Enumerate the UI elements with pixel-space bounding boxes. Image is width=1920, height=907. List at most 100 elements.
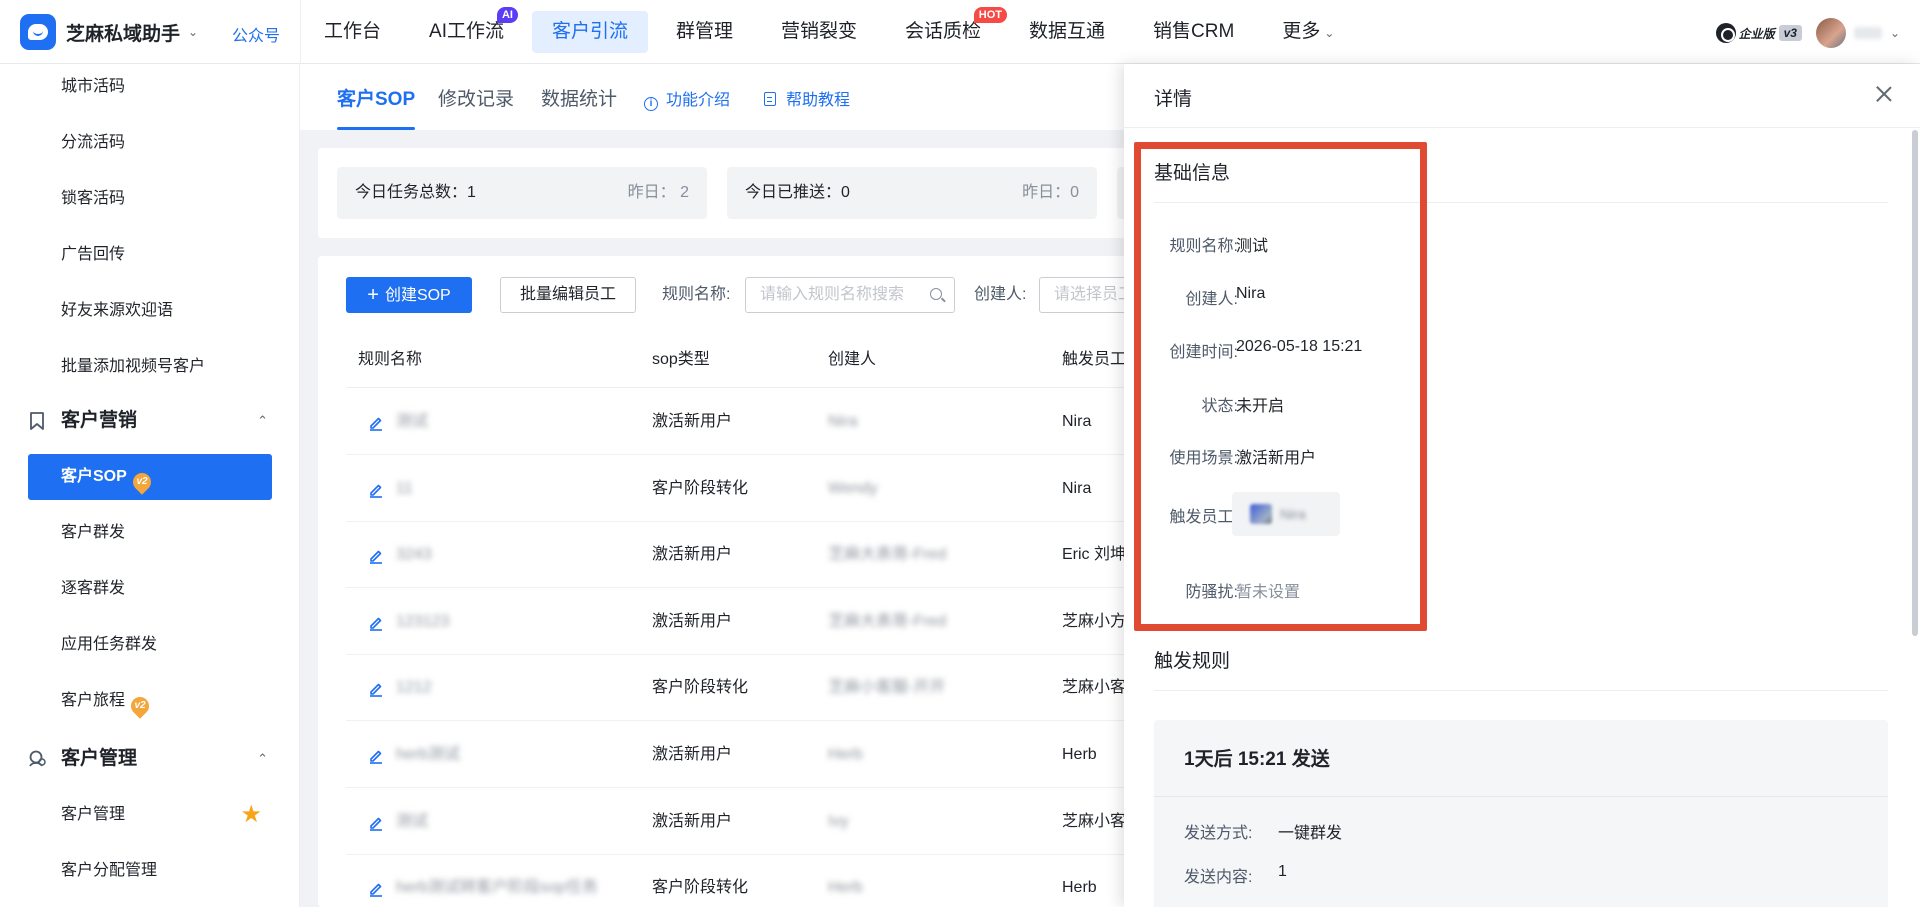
document-icon xyxy=(764,92,776,106)
nav-ai-workflow[interactable]: AI工作流 AI xyxy=(409,7,524,53)
sidebar-item-customer-broadcast[interactable]: 客户群发 xyxy=(28,510,272,556)
tab-label: 修改记录 xyxy=(438,89,515,110)
column-header[interactable]: 规则名称 xyxy=(358,332,422,388)
help-tutorial-link[interactable]: 帮助教程 xyxy=(764,86,850,110)
send-content-value: 1 xyxy=(1278,863,1287,880)
star-icon[interactable]: ★ xyxy=(240,803,262,827)
divider xyxy=(1154,690,1888,691)
sidebar-item-batch-add-video[interactable]: 批量添加视频号客户 xyxy=(28,344,272,390)
column-header[interactable]: sop类型 xyxy=(652,332,710,388)
rule-name-cell: 测试 xyxy=(396,413,429,430)
avatar[interactable] xyxy=(1815,18,1846,48)
sidebar-item-one-by-one[interactable]: 逐客群发 xyxy=(28,566,272,612)
sidebar-item-label: 城市活码 xyxy=(61,78,126,95)
sidebar-item-customer-journey[interactable]: 客户旅程 v2 xyxy=(28,678,272,724)
rule-name-search-input[interactable]: 请输入规则名称搜索 xyxy=(745,277,955,313)
chevron-down-icon[interactable]: ⌄ xyxy=(1890,26,1900,40)
divider xyxy=(1154,796,1888,797)
chevron-down-icon[interactable]: ⌄ xyxy=(188,25,198,39)
creator-cell: Ivy xyxy=(828,812,849,830)
creator-cell: 芝麻大表哥-Fred xyxy=(828,612,947,630)
edit-icon[interactable] xyxy=(368,482,384,498)
sidebar-group-customer[interactable]: 客户管理 ⌃ xyxy=(28,736,272,782)
nav-sales-crm[interactable]: 销售CRM xyxy=(1133,11,1254,53)
brand-name: 芝麻私域助手 xyxy=(66,23,181,45)
tab-customer-sop[interactable]: 客户SOP xyxy=(337,84,416,130)
tab-statistics[interactable]: 数据统计 xyxy=(541,84,617,130)
sidebar-item-label: 客户管理 xyxy=(61,806,126,823)
nav-customer-acquisition[interactable]: 客户引流 xyxy=(531,11,648,53)
employee-cell: Herb xyxy=(1062,879,1097,897)
sop-type-cell: 激活新用户 xyxy=(652,546,733,564)
batch-edit-label: 批量编辑员工 xyxy=(519,286,616,303)
stat-today-pushed: 今日已推送：0 昨日：0 xyxy=(727,167,1097,219)
scrollbar[interactable] xyxy=(1912,130,1918,636)
stat-yesterday: 昨日：0 xyxy=(1022,184,1079,201)
official-account-link[interactable]: 公众号 xyxy=(232,22,280,46)
customer-icon xyxy=(29,750,46,767)
detail-drawer: 详情 基础信息 规则名称: 测试 创建人: Nira 创建时间: 2026-05… xyxy=(1124,64,1920,907)
sidebar: 城市活码 分流活码 锁客活码 广告回传 好友来源欢迎语 批量添加视频号客户 客户… xyxy=(0,64,300,907)
creator-filter-label: 创建人: xyxy=(974,286,1027,303)
chevron-up-icon: ⌃ xyxy=(257,751,268,766)
sidebar-group-marketing[interactable]: 客户营销 ⌃ xyxy=(28,398,272,444)
rule-name-cell: 123123 xyxy=(396,612,450,630)
edit-icon[interactable] xyxy=(368,615,384,631)
create-sop-button[interactable]: + 创建SOP xyxy=(346,277,472,313)
brand[interactable]: 芝麻私域助手 ⌄ xyxy=(20,14,198,50)
v2-badge-icon: v2 xyxy=(129,469,155,495)
edit-icon[interactable] xyxy=(368,881,384,897)
sidebar-item-customer-management[interactable]: 客户管理 ★ xyxy=(28,792,272,838)
sidebar-item-city-code[interactable]: 城市活码 xyxy=(28,64,272,110)
edit-icon[interactable] xyxy=(368,748,384,764)
employee-cell: 芝麻小客 xyxy=(1062,812,1127,830)
sidebar-item-app-task[interactable]: 应用任务群发 xyxy=(28,622,272,668)
column-header[interactable]: 触发员工 xyxy=(1062,332,1126,388)
employee-cell: Nira xyxy=(1062,413,1092,430)
sidebar-item-ad-callback[interactable]: 广告回传 xyxy=(28,232,272,278)
sop-type-cell: 客户阶段转化 xyxy=(652,479,749,497)
batch-edit-employees-button[interactable]: 批量编辑员工 xyxy=(500,277,636,313)
v2-badge-icon: v2 xyxy=(127,693,153,719)
nav-label: 更多 xyxy=(1282,21,1321,42)
account-area: 企业版 v3 ⌄ xyxy=(1715,18,1900,48)
user-name-blurred xyxy=(1853,27,1882,39)
nav-label: 数据互通 xyxy=(1029,21,1106,42)
feature-intro-link[interactable]: i 功能介绍 xyxy=(644,86,730,111)
sop-type-cell: 激活新用户 xyxy=(652,812,733,830)
nav-session-qc[interactable]: 会话质检 HOT xyxy=(885,7,1008,53)
edit-icon[interactable] xyxy=(368,548,384,564)
edition-badge[interactable]: 企业版 v3 xyxy=(1715,23,1802,43)
rule-name-cell: 1212 xyxy=(396,679,432,697)
sidebar-item-label: 逐客群发 xyxy=(61,580,126,597)
edit-icon[interactable] xyxy=(368,681,384,698)
rule-name-filter-label: 规则名称: xyxy=(662,286,731,303)
sidebar-item-friend-welcome[interactable]: 好友来源欢迎语 xyxy=(28,288,272,334)
tab-change-log[interactable]: 修改记录 xyxy=(438,84,514,130)
sidebar-item-lock-code[interactable]: 锁客活码 xyxy=(28,176,272,222)
nav-label: 销售CRM xyxy=(1153,21,1235,42)
edit-icon[interactable] xyxy=(368,815,384,831)
employee-cell: Eric 刘坤 xyxy=(1062,546,1127,564)
edition-label: 企业版 xyxy=(1738,26,1775,41)
send-method-value: 一键群发 xyxy=(1278,825,1343,842)
nav-group-management[interactable]: 群管理 xyxy=(656,11,753,53)
edit-icon[interactable] xyxy=(368,415,384,431)
sidebar-item-split-code[interactable]: 分流活码 xyxy=(28,120,272,166)
employee-cell: Nira xyxy=(1062,479,1092,497)
highlight-box xyxy=(1134,142,1427,631)
column-header[interactable]: 创建人 xyxy=(828,332,876,388)
plus-icon: + xyxy=(367,284,379,306)
nav-more[interactable]: 更多 ⌄ xyxy=(1262,11,1354,53)
employee-cell: 芝麻小方 xyxy=(1062,612,1127,630)
close-icon[interactable] xyxy=(1874,84,1894,104)
sidebar-item-customer-assignment[interactable]: 客户分配管理 xyxy=(28,848,272,894)
nav-marketing-fission[interactable]: 营销裂变 xyxy=(761,11,877,53)
feature-intro-label: 功能介绍 xyxy=(666,92,731,109)
sidebar-item-customer-sop[interactable]: 客户SOP v2 xyxy=(28,454,272,500)
rule-name-cell: 11 xyxy=(396,479,413,497)
nav-workbench[interactable]: 工作台 xyxy=(304,11,401,53)
ai-badge: AI xyxy=(496,7,518,23)
sidebar-item-label: 客户分配管理 xyxy=(61,862,158,879)
nav-data-sync[interactable]: 数据互通 xyxy=(1009,11,1125,53)
